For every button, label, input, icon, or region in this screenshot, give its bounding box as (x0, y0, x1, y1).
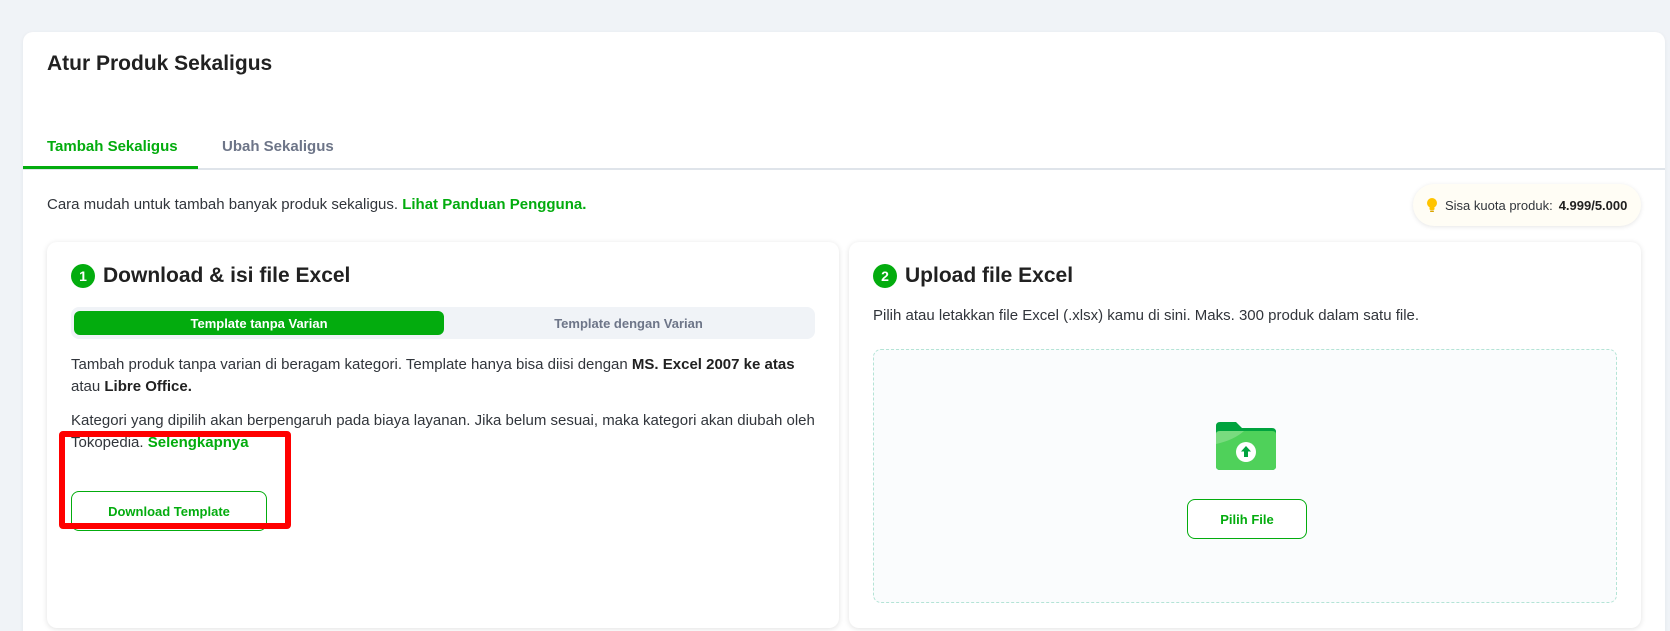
download-panel-title: Download & isi file Excel (103, 264, 351, 287)
upload-panel-header: 2 Upload file Excel (873, 264, 1073, 288)
template-with-variant-option[interactable]: Template dengan Varian (444, 311, 813, 335)
lightbulb-icon (1427, 198, 1437, 212)
tab-tambah-sekaligus[interactable]: Tambah Sekaligus (47, 138, 178, 155)
quota-badge: Sisa kuota produk: 4.999/5.000 (1413, 184, 1642, 226)
quota-label: Sisa kuota produk: (1445, 197, 1553, 213)
step-number-badge: 1 (71, 264, 95, 288)
upload-panel-title: Upload file Excel (905, 264, 1074, 287)
file-dropzone[interactable]: Pilih File (873, 349, 1617, 603)
tab-bar: Tambah Sekaligus Ubah Sekaligus (23, 102, 1665, 170)
desc-libre-office: Libre Office. (104, 378, 192, 395)
intro-description: Cara mudah untuk tambah banyak produk se… (47, 196, 403, 213)
template-description: Tambah produk tanpa varian di beragam ka… (71, 354, 821, 398)
upload-description: Pilih atau letakkan file Excel (.xlsx) k… (873, 307, 1420, 324)
active-tab-indicator (23, 166, 198, 169)
page-title: Atur Produk Sekaligus (47, 52, 273, 75)
highlight-annotation-box (59, 431, 291, 529)
desc-text: atau (71, 378, 105, 395)
bulk-product-card: Atur Produk Sekaligus Tambah Sekaligus U… (23, 32, 1665, 631)
tab-ubah-sekaligus[interactable]: Ubah Sekaligus (222, 138, 334, 155)
user-guide-link[interactable]: Lihat Panduan Pengguna. (402, 196, 586, 213)
template-type-selector: Template tanpa Varian Template dengan Va… (71, 307, 815, 339)
folder-upload-icon (1216, 422, 1276, 470)
desc-excel-version: MS. Excel 2007 ke atas (631, 356, 795, 373)
intro-text: Cara mudah untuk tambah banyak produk se… (47, 196, 586, 213)
download-panel-header: 1 Download & isi file Excel (71, 264, 350, 288)
pick-file-button[interactable]: Pilih File (1187, 499, 1307, 539)
desc-text: Tambah produk tanpa varian di beragam ka… (71, 356, 632, 373)
template-without-variant-option[interactable]: Template tanpa Varian (74, 311, 444, 335)
step-number-badge: 2 (873, 264, 897, 288)
quota-value: 4.999/5.000 (1558, 197, 1628, 213)
upload-panel: 2 Upload file Excel Pilih atau letakkan … (849, 242, 1641, 628)
